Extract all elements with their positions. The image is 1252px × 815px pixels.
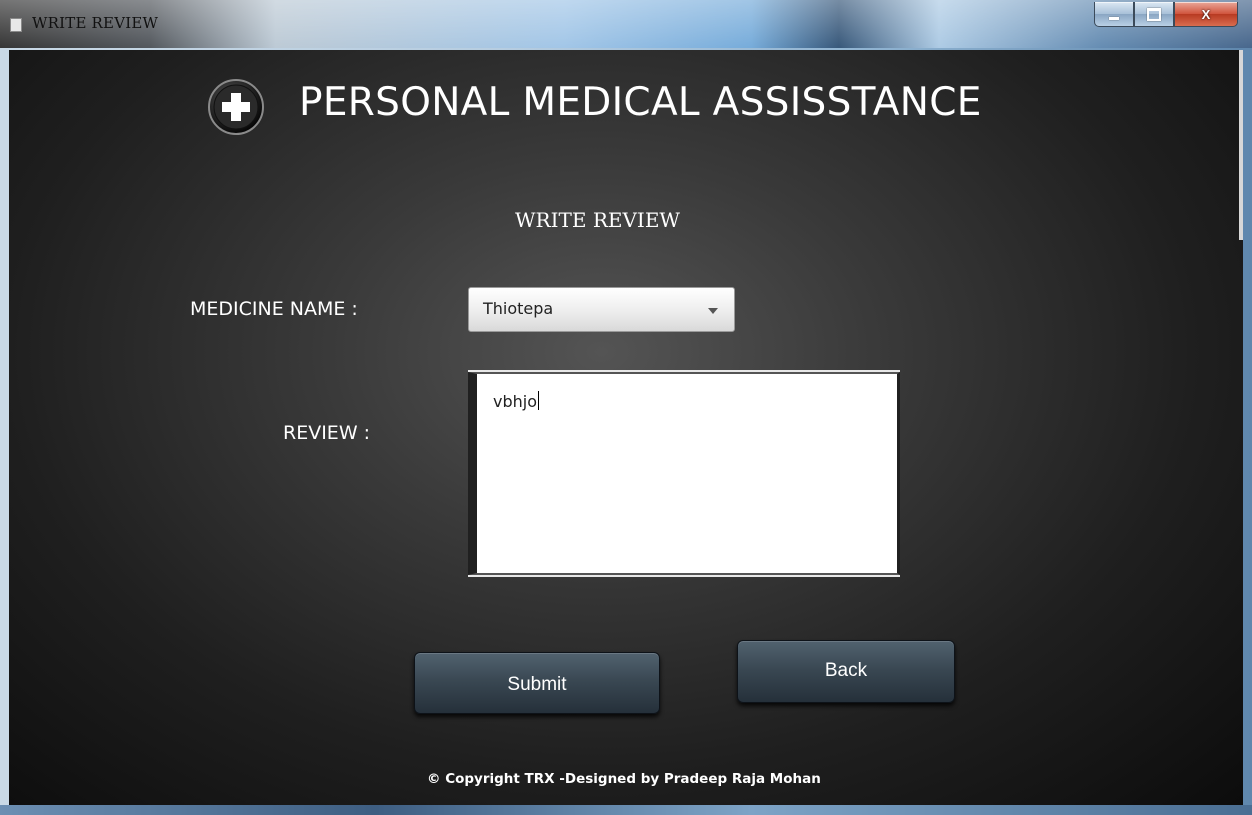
medicine-name-selected: Thiotepa bbox=[483, 299, 554, 318]
medical-cross-icon bbox=[208, 79, 264, 135]
review-textarea[interactable]: vbhjo bbox=[468, 372, 900, 575]
app-title: PERSONAL MEDICAL ASSISSTANCE bbox=[299, 80, 982, 125]
window-controls: X bbox=[1094, 2, 1238, 28]
app-window: WRITE REVIEW X PERSONAL MEDICAL ASSISSTA… bbox=[0, 0, 1252, 815]
scrollbar[interactable] bbox=[1239, 50, 1243, 240]
maximize-button[interactable] bbox=[1134, 2, 1174, 27]
review-text-value: vbhjo bbox=[493, 391, 539, 411]
close-icon: X bbox=[1201, 6, 1211, 22]
page-title: WRITE REVIEW bbox=[515, 208, 680, 232]
minimize-button[interactable] bbox=[1094, 2, 1134, 27]
close-button[interactable]: X bbox=[1174, 2, 1238, 27]
window-title: WRITE REVIEW bbox=[32, 14, 159, 32]
submit-button[interactable]: Submit bbox=[414, 652, 660, 714]
window-bottom-edge bbox=[0, 805, 1252, 815]
main-panel: PERSONAL MEDICAL ASSISSTANCE WRITE REVIE… bbox=[9, 50, 1243, 805]
maximize-icon bbox=[1147, 7, 1161, 21]
minimize-icon bbox=[1109, 16, 1119, 20]
text-cursor bbox=[538, 391, 539, 410]
back-button[interactable]: Back bbox=[737, 640, 955, 703]
review-label: REVIEW : bbox=[283, 422, 371, 444]
app-window-icon bbox=[10, 18, 22, 32]
medicine-name-label: MEDICINE NAME : bbox=[190, 298, 358, 320]
title-bar[interactable]: WRITE REVIEW X bbox=[0, 0, 1252, 48]
chevron-down-icon bbox=[708, 308, 718, 314]
medicine-name-dropdown[interactable]: Thiotepa bbox=[468, 287, 735, 332]
copyright-footer: © Copyright TRX -Designed by Pradeep Raj… bbox=[427, 771, 821, 787]
